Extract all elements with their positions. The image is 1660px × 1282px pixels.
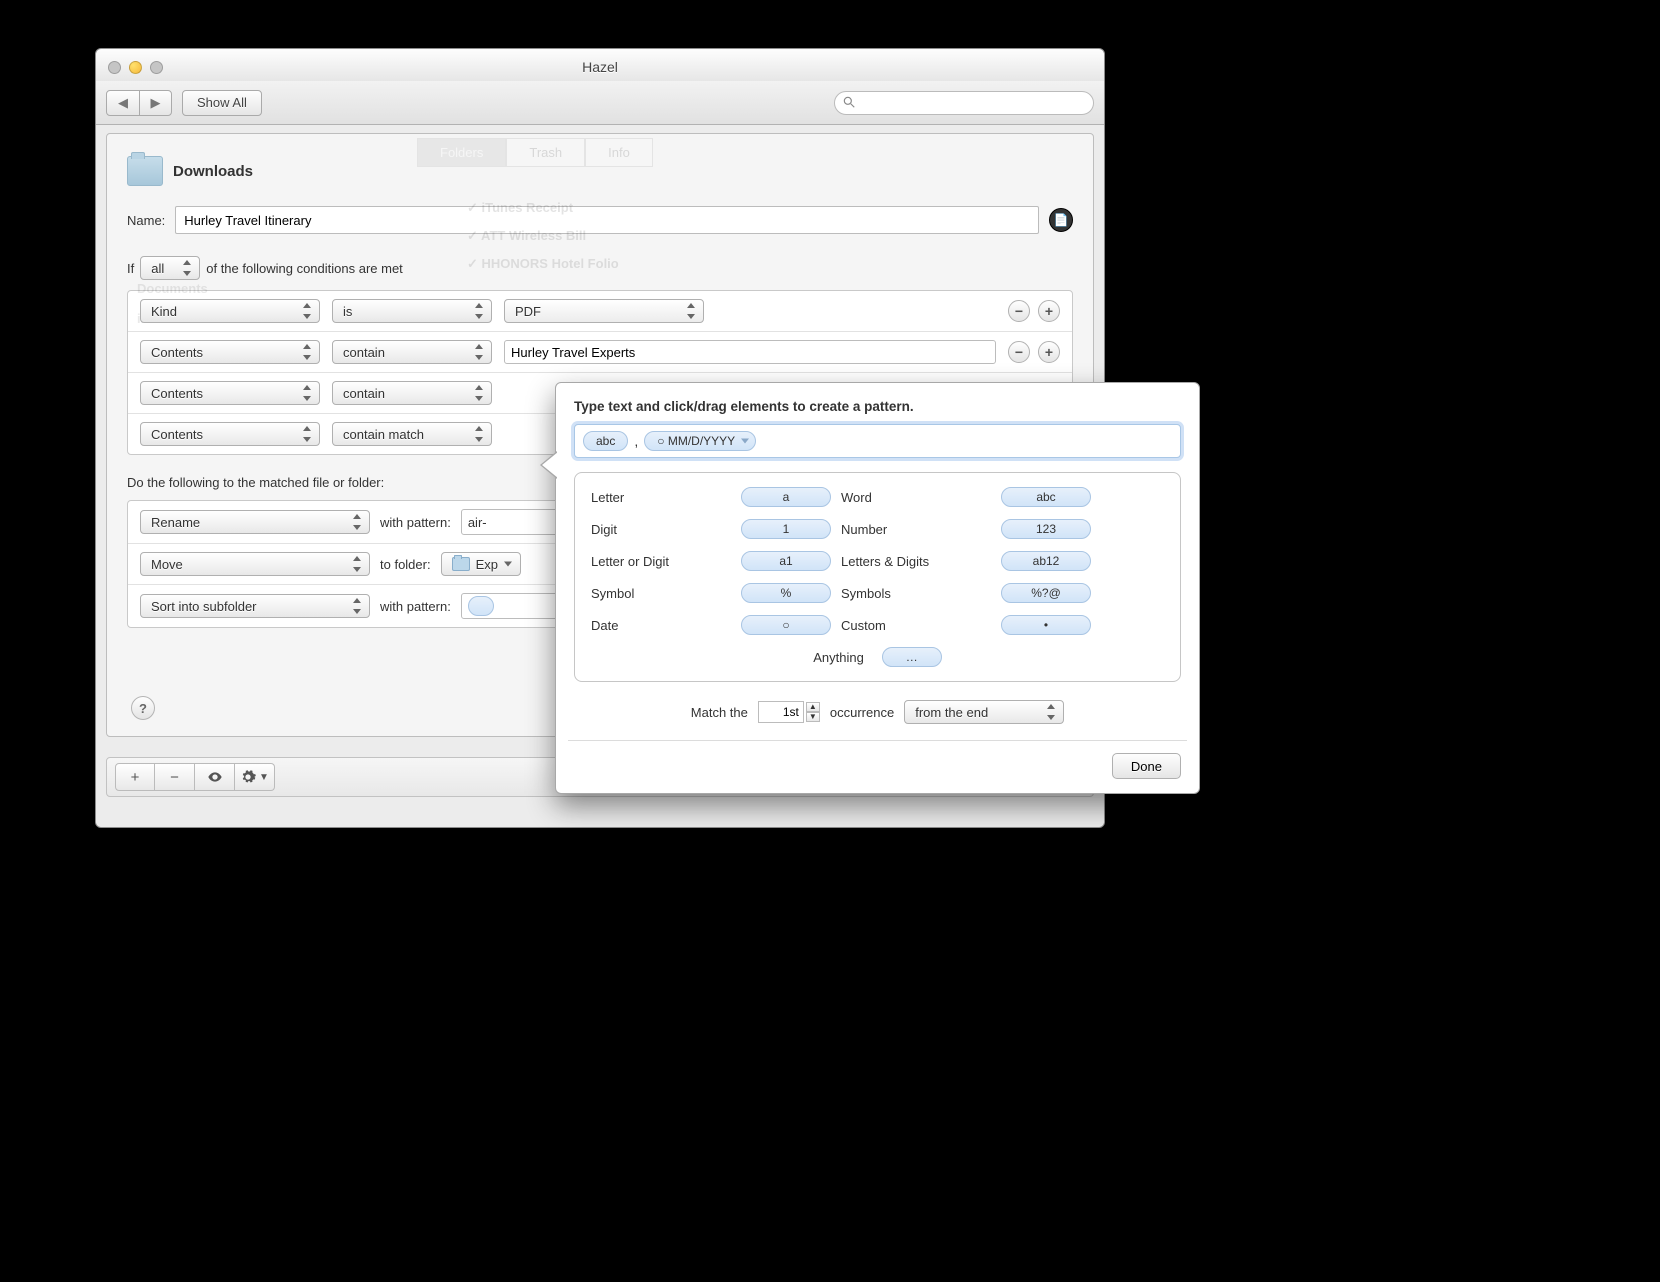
token-digit[interactable]: 1: [741, 519, 831, 539]
folder-icon: [127, 156, 163, 186]
token-anything[interactable]: …: [882, 647, 942, 667]
cond-op-popup[interactable]: is: [332, 299, 492, 323]
folder-title: Downloads: [173, 163, 253, 180]
token-letter-or-digit[interactable]: a1: [741, 551, 831, 571]
token-grid: Letter a Word abc Digit 1 Number 123 Let…: [591, 487, 1164, 635]
cond-attr-popup[interactable]: Contents: [140, 381, 320, 405]
occurrence-stepper[interactable]: ▲▼: [758, 701, 820, 723]
cond-op-popup[interactable]: contain match: [332, 422, 492, 446]
cond-op-popup[interactable]: contain: [332, 340, 492, 364]
cond-add-button[interactable]: +: [1038, 300, 1060, 322]
condition-row: Contents contain − +: [128, 332, 1072, 373]
scope-popup[interactable]: all: [140, 256, 200, 280]
titlebar: Hazel ◀ ▶ Show All: [96, 49, 1104, 105]
match-mid: occurrence: [830, 705, 894, 720]
token-label: Letter or Digit: [591, 554, 731, 569]
if-suffix: of the following conditions are met: [206, 261, 403, 276]
action-verb-popup[interactable]: Move: [140, 552, 370, 576]
nav-back-forward: ◀ ▶: [106, 90, 172, 116]
action-verb-popup[interactable]: Sort into subfolder: [140, 594, 370, 618]
condition-row: Kind is PDF − +: [128, 291, 1072, 332]
if-row: If all of the following conditions are m…: [127, 256, 1073, 280]
token-label: Letter: [591, 490, 731, 505]
token-number[interactable]: 123: [1001, 519, 1091, 539]
if-prefix: If: [127, 261, 134, 276]
popover-instructions: Type text and click/drag elements to cre…: [574, 399, 1181, 414]
stepper-arrows[interactable]: ▲▼: [806, 702, 820, 722]
token-label: Letters & Digits: [841, 554, 991, 569]
cond-attr-popup[interactable]: Contents: [140, 422, 320, 446]
pattern-input[interactable]: abc , ○ MM/D/YYYY: [574, 424, 1181, 458]
occurrence-from-popup[interactable]: from the end: [904, 700, 1064, 724]
token-label: Word: [841, 490, 991, 505]
nav-forward-button[interactable]: ▶: [139, 91, 171, 115]
cond-remove-button[interactable]: −: [1008, 341, 1030, 363]
add-rule-button[interactable]: +: [115, 763, 155, 791]
folder-icon: [452, 557, 470, 571]
cond-value-popup[interactable]: PDF: [504, 299, 704, 323]
nav-back-button[interactable]: ◀: [107, 91, 139, 115]
pattern-popover: Type text and click/drag elements to cre…: [555, 382, 1200, 794]
window-title: Hazel: [96, 59, 1104, 75]
token-symbols[interactable]: %?@: [1001, 583, 1091, 603]
notes-icon[interactable]: 📄: [1049, 208, 1073, 232]
token-label: Digit: [591, 522, 731, 537]
match-prefix: Match the: [691, 705, 748, 720]
cond-remove-button[interactable]: −: [1008, 300, 1030, 322]
token-label: Custom: [841, 618, 991, 633]
help-button[interactable]: ?: [131, 696, 155, 720]
action-join: to folder:: [380, 557, 431, 572]
token-label: Anything: [813, 650, 864, 665]
divider: [568, 740, 1187, 741]
token-date[interactable]: ○: [741, 615, 831, 635]
token-word[interactable]: abc: [1001, 487, 1091, 507]
pattern-token[interactable]: abc: [583, 431, 628, 451]
pattern-literal: ,: [634, 433, 638, 449]
match-occurrence-row: Match the ▲▼ occurrence from the end: [574, 700, 1181, 724]
action-join: with pattern:: [380, 515, 451, 530]
cond-attr-popup[interactable]: Contents: [140, 340, 320, 364]
search-input[interactable]: [834, 91, 1094, 115]
cond-value-input[interactable]: [504, 340, 996, 364]
rule-name-input[interactable]: [175, 206, 1039, 234]
pattern-token-date[interactable]: ○ MM/D/YYYY: [644, 431, 756, 451]
token-label: Date: [591, 618, 731, 633]
preview-button[interactable]: [195, 763, 235, 791]
token-label: Symbols: [841, 586, 991, 601]
token-palette: Letter a Word abc Digit 1 Number 123 Let…: [574, 472, 1181, 682]
show-all-button[interactable]: Show All: [182, 90, 262, 116]
occurrence-input[interactable]: [758, 701, 804, 723]
toolbar: ◀ ▶ Show All: [96, 81, 1104, 125]
remove-rule-button[interactable]: −: [155, 763, 195, 791]
gear-menu-button[interactable]: ▼: [235, 763, 275, 791]
cond-add-button[interactable]: +: [1038, 341, 1060, 363]
token-custom[interactable]: •: [1001, 615, 1091, 635]
done-button[interactable]: Done: [1112, 753, 1181, 779]
token-letters-and-digits[interactable]: ab12: [1001, 551, 1091, 571]
search-icon: [842, 95, 856, 109]
name-label: Name:: [127, 213, 165, 228]
action-folder-popup[interactable]: Exp: [441, 552, 521, 576]
token-label: Number: [841, 522, 991, 537]
action-verb-popup[interactable]: Rename: [140, 510, 370, 534]
token-letter[interactable]: a: [741, 487, 831, 507]
token-label: Symbol: [591, 586, 731, 601]
cond-op-popup[interactable]: contain: [332, 381, 492, 405]
token-symbol[interactable]: %: [741, 583, 831, 603]
search-wrap: [834, 91, 1094, 115]
chevron-down-icon: [741, 439, 749, 444]
action-join: with pattern:: [380, 599, 451, 614]
folder-header: Downloads: [127, 156, 1073, 186]
cond-attr-popup[interactable]: Kind: [140, 299, 320, 323]
